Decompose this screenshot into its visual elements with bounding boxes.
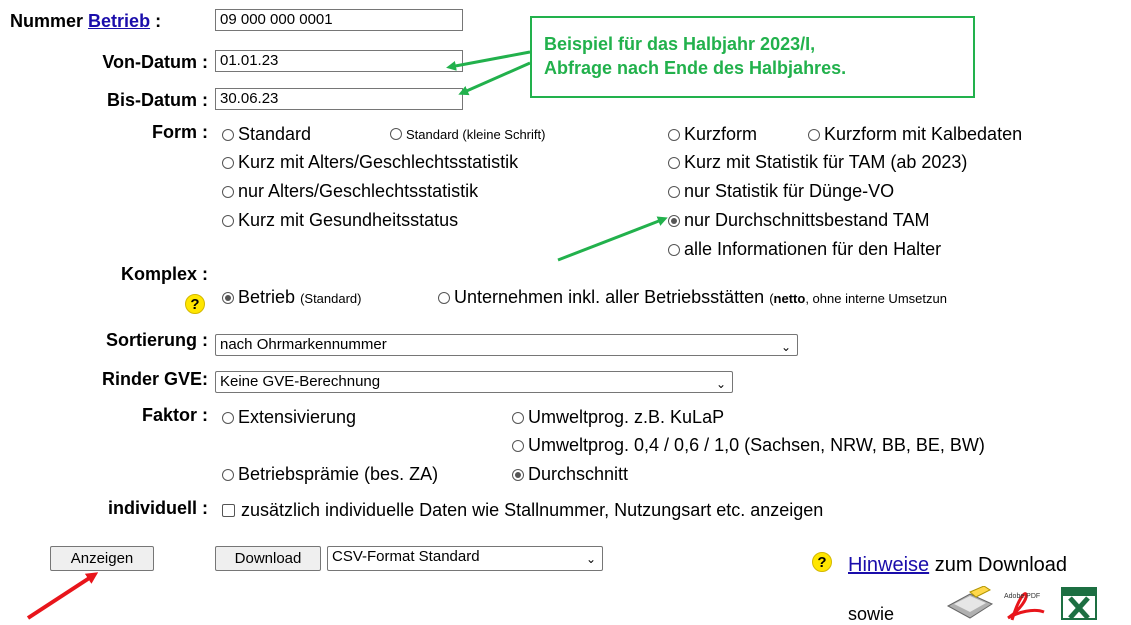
chevron-down-icon: ⌄ xyxy=(780,340,791,354)
chevron-down-icon: ⌄ xyxy=(715,377,726,391)
radio-icon[interactable] xyxy=(222,186,234,198)
radio-icon[interactable] xyxy=(438,292,450,304)
form-option-kurz-alters[interactable]: Kurz mit Alters/Geschlechtsstatistik xyxy=(222,152,518,173)
checkbox-icon[interactable] xyxy=(222,504,235,517)
rinder-gve-select[interactable]: Keine GVE-Berechnung ⌄ xyxy=(215,371,733,393)
arrow-red-anzeigen xyxy=(26,572,99,620)
radio-icon[interactable] xyxy=(668,244,680,256)
radio-icon[interactable] xyxy=(668,186,680,198)
sowie-text: sowie xyxy=(848,604,895,624)
radio-icon[interactable] xyxy=(390,128,402,140)
radio-icon[interactable] xyxy=(222,469,234,481)
callout-line-2: Abfrage nach Ende des Halbjahres. xyxy=(544,58,847,78)
radio-icon[interactable] xyxy=(512,440,524,452)
help-icon[interactable]: ? xyxy=(812,552,832,572)
betrieb-link[interactable]: Betrieb xyxy=(88,11,150,31)
von-datum-label: Von-Datum : xyxy=(102,52,208,72)
bis-datum-input[interactable]: 30.06.23 xyxy=(215,88,463,110)
komplex-option-betrieb[interactable]: Betrieb (Standard) xyxy=(222,287,361,308)
hinweise-line: Hinweise zum Download xyxy=(848,554,1068,576)
form-label: Form : xyxy=(152,122,208,142)
nummer-input[interactable]: 09 000 000 0001 xyxy=(215,9,463,31)
form-option-nur-alters[interactable]: nur Alters/Geschlechtsstatistik xyxy=(222,181,478,202)
radio-icon[interactable] xyxy=(222,412,234,424)
arrow-green-durchschnitt xyxy=(557,216,668,262)
faktor-option-umwelt-kulap[interactable]: Umweltprog. z.B. KuLaP xyxy=(512,407,724,428)
download-button[interactable]: Download xyxy=(215,546,321,571)
callout-line-1: Beispiel für das Halbjahr 2023/I, xyxy=(544,34,816,54)
komplex-option-unternehmen[interactable]: Unternehmen inkl. aller Betriebsstätten … xyxy=(438,287,947,308)
chevron-down-icon: ⌄ xyxy=(585,552,596,566)
faktor-option-extensivierung[interactable]: Extensivierung xyxy=(222,407,356,428)
radio-icon[interactable] xyxy=(668,129,680,141)
komplex-label: Komplex : xyxy=(120,264,208,284)
radio-icon[interactable] xyxy=(512,412,524,424)
form-option-kurzform[interactable]: Kurzform xyxy=(668,124,757,145)
form-option-nur-duenge[interactable]: nur Statistik für Dünge-VO xyxy=(668,181,894,202)
anzeigen-button[interactable]: Anzeigen xyxy=(50,546,154,571)
form-option-kurz-tam[interactable]: Kurz mit Statistik für TAM (ab 2023) xyxy=(668,152,967,173)
form-option-kurz-gesund[interactable]: Kurz mit Gesundheitsstatus xyxy=(222,210,458,231)
arrow-green-bis xyxy=(458,61,531,96)
form-option-standard[interactable]: Standard xyxy=(222,124,311,145)
printer-icon[interactable] xyxy=(940,586,1000,621)
nummer-label: Nummer Betrieb : xyxy=(10,11,162,31)
download-format-select[interactable]: CSV-Format Standard ⌄ xyxy=(327,546,603,571)
radio-selected-icon[interactable] xyxy=(222,292,234,304)
individuell-checkbox-row[interactable]: zusätzlich individuelle Daten wie Stalln… xyxy=(222,500,823,521)
sortierung-select[interactable]: nach Ohrmarkennummer ⌄ xyxy=(215,334,798,356)
excel-icon[interactable] xyxy=(1060,586,1100,621)
callout-box: Beispiel für das Halbjahr 2023/I, Abfrag… xyxy=(530,16,975,98)
radio-icon[interactable] xyxy=(808,129,820,141)
help-icon[interactable]: ? xyxy=(185,294,205,314)
form-option-standard-small[interactable]: Standard (kleine Schrift) xyxy=(390,127,545,142)
radio-icon[interactable] xyxy=(222,129,234,141)
bis-datum-label: Bis-Datum : xyxy=(106,90,208,110)
form-option-kurzform-kalbe[interactable]: Kurzform mit Kalbedaten xyxy=(808,124,1022,145)
form-option-nur-durchschnitt[interactable]: nur Durchschnittsbestand TAM xyxy=(668,210,929,231)
hinweise-link[interactable]: Hinweise xyxy=(848,554,929,576)
faktor-option-betriebspraemie[interactable]: Betriebsprämie (bes. ZA) xyxy=(222,464,438,485)
radio-icon[interactable] xyxy=(222,157,234,169)
radio-icon[interactable] xyxy=(668,157,680,169)
faktor-option-durchschnitt[interactable]: Durchschnitt xyxy=(512,464,628,485)
sortierung-label: Sortierung : xyxy=(106,330,208,350)
rinder-gve-label: Rinder GVE: xyxy=(101,369,208,389)
faktor-option-umwelt-sachsen[interactable]: Umweltprog. 0,4 / 0,6 / 1,0 (Sachsen, NR… xyxy=(512,435,1122,456)
pdf-icon[interactable]: Adobe PDF xyxy=(1002,588,1048,621)
radio-selected-icon[interactable] xyxy=(668,215,680,227)
individuell-label: individuell : xyxy=(107,498,208,518)
von-datum-input[interactable]: 01.01.23 xyxy=(215,50,463,72)
radio-icon[interactable] xyxy=(222,215,234,227)
faktor-label: Faktor : xyxy=(141,405,208,425)
form-option-alle-info[interactable]: alle Informationen für den Halter xyxy=(668,239,941,260)
radio-selected-icon[interactable] xyxy=(512,469,524,481)
svg-text:Adobe PDF: Adobe PDF xyxy=(1004,593,1040,600)
